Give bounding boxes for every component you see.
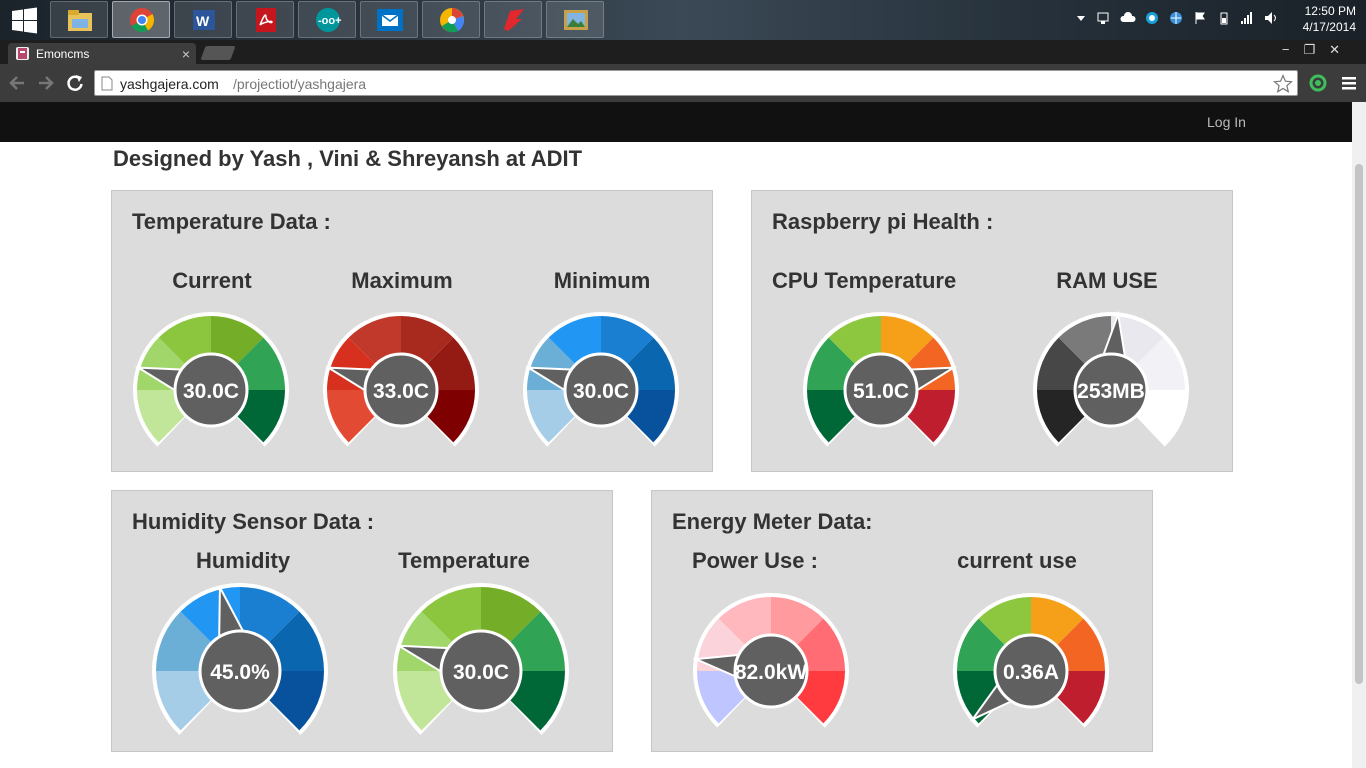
humidity-gauge: 45.0% (152, 583, 328, 735)
url-path: /projectiot/yashgajera (233, 76, 367, 92)
tray-app-icon[interactable] (1145, 11, 1159, 25)
taskbar-clock[interactable]: 12:50 PM 4/17/2014 (1303, 3, 1356, 35)
browser-toolbar: yashgajera.com /projectiot/yashgajera (0, 64, 1366, 102)
start-button[interactable] (0, 1, 50, 38)
tray-volume-icon[interactable] (1264, 11, 1278, 25)
taskbar-mail[interactable] (360, 1, 418, 38)
antivirus-icon (504, 9, 524, 31)
clock-time: 12:50 PM (1304, 4, 1356, 18)
page-icon (101, 76, 113, 91)
taskbar-chrome[interactable] (112, 1, 170, 38)
forward-arrow-icon[interactable] (37, 74, 55, 92)
gauge-label-ram: RAM USE (1056, 268, 1158, 293)
picasa-icon (440, 8, 464, 33)
taskbar-word[interactable]: W (174, 1, 232, 38)
new-tab-button[interactable] (200, 46, 236, 60)
taskbar-antivirus[interactable] (484, 1, 542, 38)
photos-icon (564, 10, 588, 30)
sensor-temperature-gauge: 30.0C (393, 583, 569, 735)
gauge-label-maximum: Maximum (351, 268, 453, 293)
page-scrollbar[interactable] (1352, 102, 1366, 768)
taskbar-arduino[interactable]: -oo+ (298, 1, 356, 38)
taskbar-photos[interactable] (546, 1, 604, 38)
windows-taskbar: W -oo+ 12:50 PM 4/17/2014 (0, 0, 1366, 40)
humidity-panel: Humidity Sensor Data : Humidity Temperat… (111, 490, 613, 752)
gauge-value-minimum: 30.0C (573, 380, 629, 403)
maximum-temperature-gauge: 33.0C (323, 312, 479, 447)
tab-close-icon[interactable]: × (182, 46, 190, 62)
close-window-icon[interactable]: ✕ (1329, 42, 1354, 57)
word-icon: W (193, 10, 215, 30)
cpu-temperature-gauge: 51.0C (803, 312, 959, 447)
gauge-value-ram: 253MB (1077, 380, 1145, 403)
tray-flag-icon[interactable] (1193, 11, 1207, 25)
page-heading: Designed by Yash , Vini & Shreyansh at A… (113, 146, 583, 171)
clock-date: 4/17/2014 (1302, 20, 1356, 34)
windows-start-icon (12, 7, 37, 34)
gauge-label-current-use: current use (957, 548, 1077, 573)
gauge-label-humidity: Humidity (195, 548, 291, 573)
gauge-value-maximum: 33.0C (373, 380, 429, 403)
site-navbar: Log In (0, 102, 1352, 142)
gauge-value-power: 82.0kW (735, 661, 808, 684)
panel-title: Energy Meter Data: (672, 509, 873, 534)
taskbar-file-explorer[interactable] (50, 1, 108, 38)
gauge-value-humidity: 45.0% (210, 661, 270, 684)
gauge-value-cpu: 51.0C (853, 380, 909, 403)
taskbar-picasa[interactable] (422, 1, 480, 38)
power-use-gauge: 82.0kW (692, 593, 849, 728)
file-explorer-icon (68, 10, 92, 31)
favicon-icon (16, 47, 29, 60)
tray-globe-icon[interactable] (1169, 11, 1183, 25)
energy-meter-panel: Energy Meter Data: Power Use : current u… (651, 490, 1153, 752)
gauge-value-current: 30.0C (183, 380, 239, 403)
tray-battery-icon[interactable] (1217, 11, 1231, 25)
tray-overflow-icon[interactable] (1074, 11, 1088, 25)
minimum-temperature-gauge: 30.0C (523, 312, 679, 447)
acrobat-icon (256, 8, 276, 32)
reload-icon[interactable] (66, 74, 84, 92)
ram-use-gauge: 253MB (1033, 310, 1189, 447)
url-domain: yashgajera.com (120, 76, 219, 92)
gauge-label-minimum: Minimum (553, 268, 651, 293)
gauge-label-temperature: Temperature (398, 548, 530, 573)
mail-icon (377, 9, 403, 31)
browser-tab-strip: Emoncms × −❐✕ (0, 40, 1366, 64)
arduino-icon: -oo+ (316, 8, 342, 32)
login-link[interactable]: Log In (1207, 114, 1246, 130)
gauge-value-current-use: 0.36A (1003, 661, 1059, 684)
taskbar-acrobat[interactable] (236, 1, 294, 38)
panel-title: Humidity Sensor Data : (132, 509, 375, 534)
tray-network-icon[interactable] (1096, 11, 1110, 25)
gauge-label-power: Power Use : (692, 548, 818, 573)
browser-tab[interactable]: Emoncms × (8, 43, 196, 64)
gauge-label-current: Current (172, 268, 252, 293)
extension-icon[interactable] (1309, 74, 1327, 92)
chrome-icon (130, 8, 155, 33)
panel-title: Raspberry pi Health : (772, 209, 994, 234)
current-temperature-gauge: 30.0C (133, 312, 289, 447)
gauge-value-sensor-temperature: 30.0C (453, 661, 509, 684)
panel-title: Temperature Data : (132, 209, 331, 234)
current-use-gauge: 0.36A (953, 593, 1109, 728)
bookmark-star-icon[interactable] (1273, 74, 1293, 94)
scrollbar-thumb[interactable] (1355, 164, 1363, 684)
tray-signal-icon[interactable] (1240, 11, 1254, 25)
address-bar[interactable]: yashgajera.com /projectiot/yashgajera (94, 70, 1298, 96)
minimize-icon[interactable]: − (1282, 42, 1304, 57)
svg-text:W: W (196, 13, 210, 29)
chrome-menu-icon[interactable] (1341, 75, 1357, 91)
gauge-label-cpu: CPU Temperature (772, 268, 957, 293)
temperature-panel: Temperature Data : Current Maximum Minim… (111, 190, 713, 472)
window-controls: −❐✕ (1282, 42, 1354, 58)
raspberry-pi-panel: Raspberry pi Health : CPU Temperature RA… (751, 190, 1233, 472)
svg-text:-oo+: -oo+ (318, 15, 342, 27)
restore-icon[interactable]: ❐ (1303, 42, 1329, 57)
tab-title: Emoncms (36, 47, 90, 61)
back-arrow-icon[interactable] (8, 74, 26, 92)
tray-cloud-icon[interactable] (1120, 11, 1136, 25)
